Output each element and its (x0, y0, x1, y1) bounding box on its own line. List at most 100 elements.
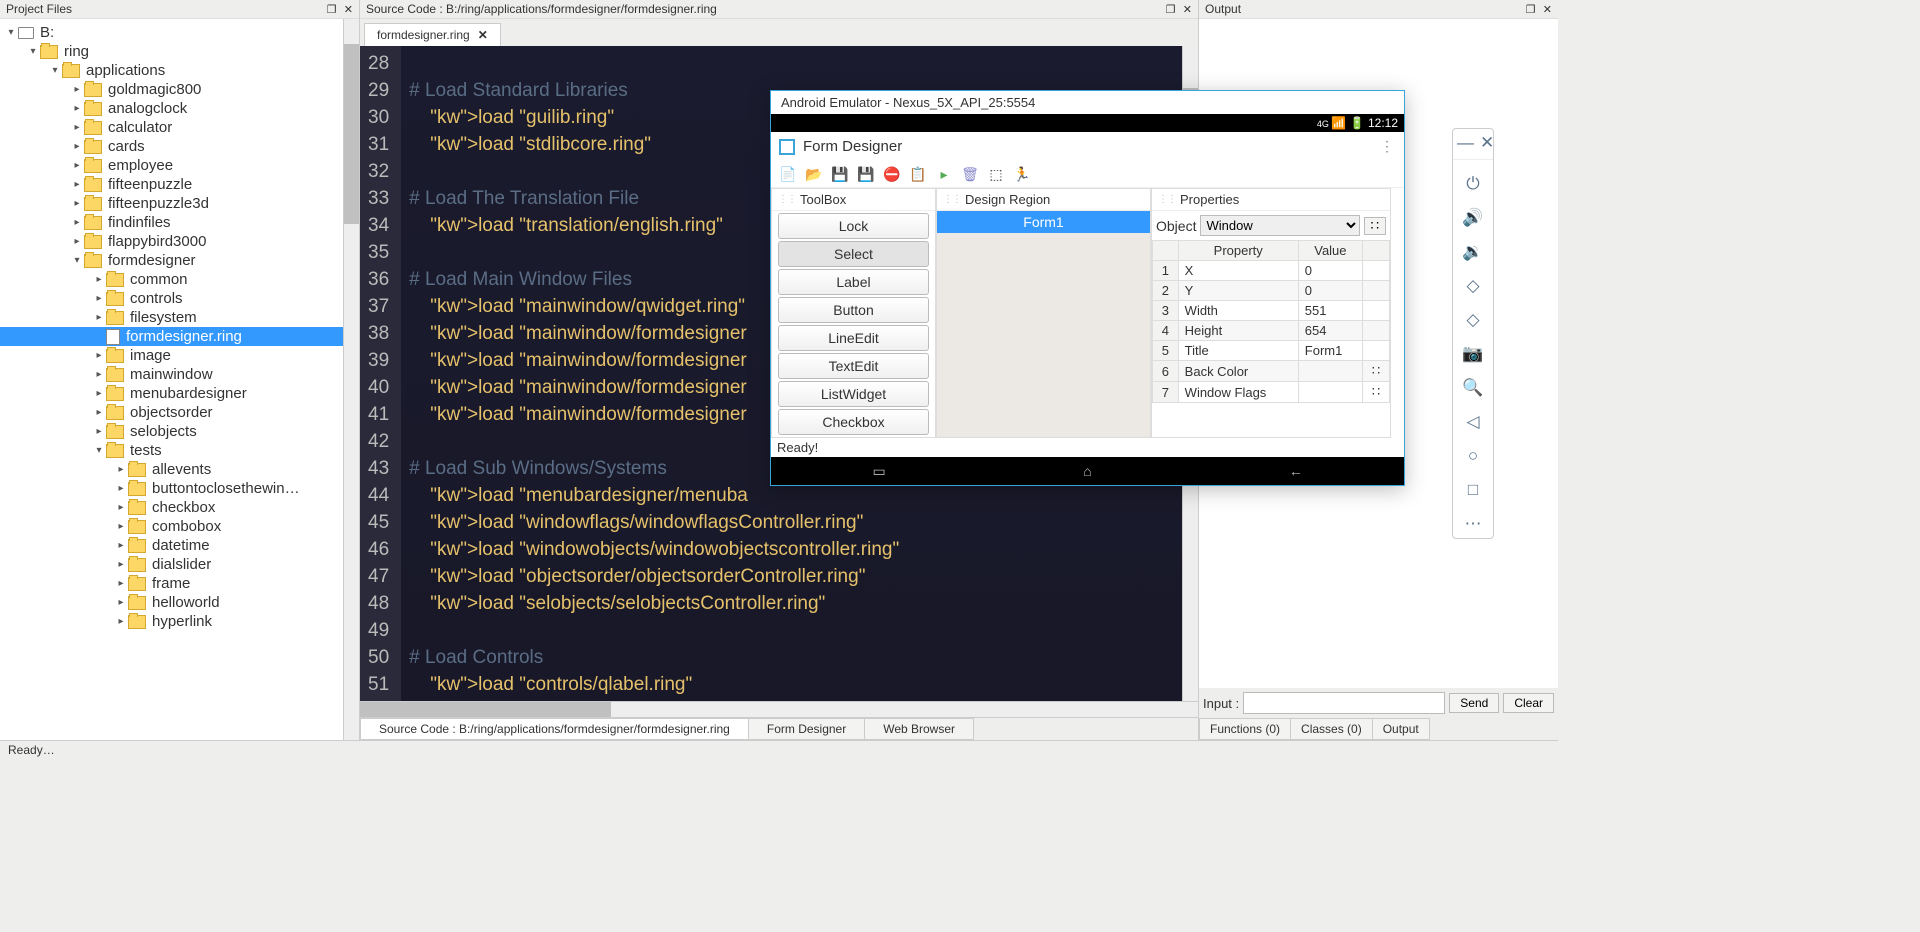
editor-scrollbar-h[interactable] (360, 701, 1198, 717)
volume-up-icon[interactable]: 🔊 (1462, 208, 1483, 228)
toolbox-lineedit[interactable]: LineEdit (778, 325, 929, 351)
zoom-icon[interactable]: 🔍 (1462, 378, 1483, 398)
delete-icon[interactable]: 🗑 (961, 165, 979, 183)
bottom-tab-formdesigner[interactable]: Form Designer (748, 718, 865, 740)
run-icon[interactable]: 🏃 (1013, 165, 1031, 183)
tree-item[interactable]: ▸hyperlink (0, 612, 343, 631)
object-select[interactable]: Window (1200, 215, 1359, 236)
close-icon[interactable]: ✕ (1183, 4, 1192, 16)
tree-item[interactable]: ▸goldmagic800 (0, 80, 343, 99)
tree-item[interactable]: formdesigner.ring (0, 327, 343, 346)
property-row[interactable]: 3Width551 (1153, 301, 1390, 321)
property-row[interactable]: 7Window Flags∷ (1153, 382, 1390, 403)
rotate-right-icon[interactable]: ◇ (1466, 310, 1479, 330)
restore-icon[interactable]: ❐ (327, 4, 337, 16)
paste-icon[interactable]: ▸ (935, 165, 953, 183)
property-row[interactable]: 6Back Color∷ (1153, 361, 1390, 382)
tree-item[interactable]: ▸employee (0, 156, 343, 175)
tab-classes[interactable]: Classes (0) (1290, 718, 1373, 740)
toolbox-lock[interactable]: Lock (778, 213, 929, 239)
tree-item[interactable]: ▸common (0, 270, 343, 289)
tree-item[interactable]: ▾applications (0, 61, 343, 80)
object-more-button[interactable]: ∷ (1364, 217, 1386, 235)
restore-icon[interactable]: ❐ (1166, 4, 1176, 16)
stop-icon[interactable]: ⛔ (883, 165, 901, 183)
volume-down-icon[interactable]: 🔉 (1462, 242, 1483, 262)
nav-recent-icon[interactable]: □ (1468, 480, 1478, 500)
tree-item[interactable]: ▸objectsorder (0, 403, 343, 422)
property-row[interactable]: 4Height654 (1153, 321, 1390, 341)
save-icon[interactable]: 💾 (831, 165, 849, 183)
property-row[interactable]: 2Y0 (1153, 281, 1390, 301)
tree-item[interactable]: ▸filesystem (0, 308, 343, 327)
more-icon[interactable]: ⋯ (1465, 514, 1482, 534)
restore-icon[interactable]: ❐ (1526, 4, 1536, 16)
bottom-tab-source[interactable]: Source Code : B:/ring/applications/formd… (360, 718, 749, 740)
nav-back-icon[interactable]: ◁ (1466, 412, 1479, 432)
tree-item[interactable]: ▸allevents (0, 460, 343, 479)
tree-item[interactable]: ▸findinfiles (0, 213, 343, 232)
select-icon[interactable]: ⬚ (987, 165, 1005, 183)
tree-item[interactable]: ▸fifteenpuzzle3d (0, 194, 343, 213)
clear-button[interactable]: Clear (1503, 693, 1554, 713)
close-icon[interactable]: ✕ (1480, 133, 1494, 153)
tree-item[interactable]: ▸datetime (0, 536, 343, 555)
emulator-window[interactable]: Android Emulator - Nexus_5X_API_25:5554 … (770, 90, 1405, 486)
tree-item[interactable]: ▸helloworld (0, 593, 343, 612)
camera-icon[interactable]: 📷 (1462, 344, 1483, 364)
tree-item[interactable]: ▸frame (0, 574, 343, 593)
tree-item[interactable]: ▾ring (0, 42, 343, 61)
toolbox-checkbox[interactable]: Checkbox (778, 409, 929, 435)
tab-output[interactable]: Output (1372, 718, 1430, 740)
toolbox-label[interactable]: Label (778, 269, 929, 295)
new-icon[interactable]: 📄 (779, 165, 797, 183)
toolbox-textedit[interactable]: TextEdit (778, 353, 929, 379)
open-icon[interactable]: 📂 (805, 165, 823, 183)
property-row[interactable]: 5TitleForm1 (1153, 341, 1390, 361)
tree-item[interactable]: ▸image (0, 346, 343, 365)
minimize-icon[interactable]: — (1457, 133, 1474, 153)
tab-functions[interactable]: Functions (0) (1199, 718, 1291, 740)
tree-item[interactable]: ▸mainwindow (0, 365, 343, 384)
tree-item[interactable]: ▸controls (0, 289, 343, 308)
tree-item[interactable]: ▸fifteenpuzzle (0, 175, 343, 194)
recent-icon[interactable]: ▭ (869, 461, 889, 481)
tree-item[interactable]: ▸combobox (0, 517, 343, 536)
nav-home-icon[interactable]: ○ (1468, 446, 1478, 466)
tree-item[interactable]: ▸selobjects (0, 422, 343, 441)
properties-table[interactable]: PropertyValue 1X02Y03Width5514Height6545… (1152, 240, 1390, 403)
saveas-icon[interactable]: 💾 (857, 165, 875, 183)
send-button[interactable]: Send (1449, 693, 1499, 713)
menu-icon[interactable]: ⋮ (1380, 138, 1396, 155)
tab-formdesigner[interactable]: formdesigner.ring ✕ (364, 23, 501, 46)
toolbox-listwidget[interactable]: ListWidget (778, 381, 929, 407)
tab-close-icon[interactable]: ✕ (478, 28, 488, 42)
tree-item[interactable]: ▸checkbox (0, 498, 343, 517)
property-row[interactable]: 1X0 (1153, 261, 1390, 281)
tree-item[interactable]: ▸analogclock (0, 99, 343, 118)
power-icon[interactable]: ⏻ (1466, 174, 1479, 194)
tree-item[interactable]: ▸menubardesigner (0, 384, 343, 403)
toolbox-select[interactable]: Select (778, 241, 929, 267)
bottom-tab-webbrowser[interactable]: Web Browser (864, 718, 974, 740)
toolbox-button[interactable]: Button (778, 297, 929, 323)
design-region-panel[interactable]: ⋮⋮Design Region Form1 (936, 188, 1151, 438)
form-canvas-title[interactable]: Form1 (937, 211, 1150, 233)
tree-item[interactable]: ▸calculator (0, 118, 343, 137)
tree-item[interactable]: ▾B: (0, 23, 343, 42)
copy-icon[interactable]: 📋 (909, 165, 927, 183)
tree-item[interactable]: ▸dialslider (0, 555, 343, 574)
close-icon[interactable]: ✕ (344, 4, 353, 16)
tree-item[interactable]: ▸buttontoclosethewin… (0, 479, 343, 498)
input-field[interactable] (1243, 692, 1445, 714)
home-icon[interactable]: ⌂ (1077, 461, 1097, 481)
tree-item[interactable]: ▸flappybird3000 (0, 232, 343, 251)
tree-scrollbar[interactable] (343, 19, 359, 740)
close-icon[interactable]: ✕ (1543, 4, 1552, 16)
rotate-left-icon[interactable]: ◇ (1466, 276, 1479, 296)
tree-item[interactable]: ▾tests (0, 441, 343, 460)
back-icon[interactable]: ← (1286, 461, 1306, 481)
file-tree[interactable]: ▾B:▾ring▾applications▸goldmagic800▸analo… (0, 19, 343, 740)
tree-item[interactable]: ▸cards (0, 137, 343, 156)
tree-item[interactable]: ▾formdesigner (0, 251, 343, 270)
